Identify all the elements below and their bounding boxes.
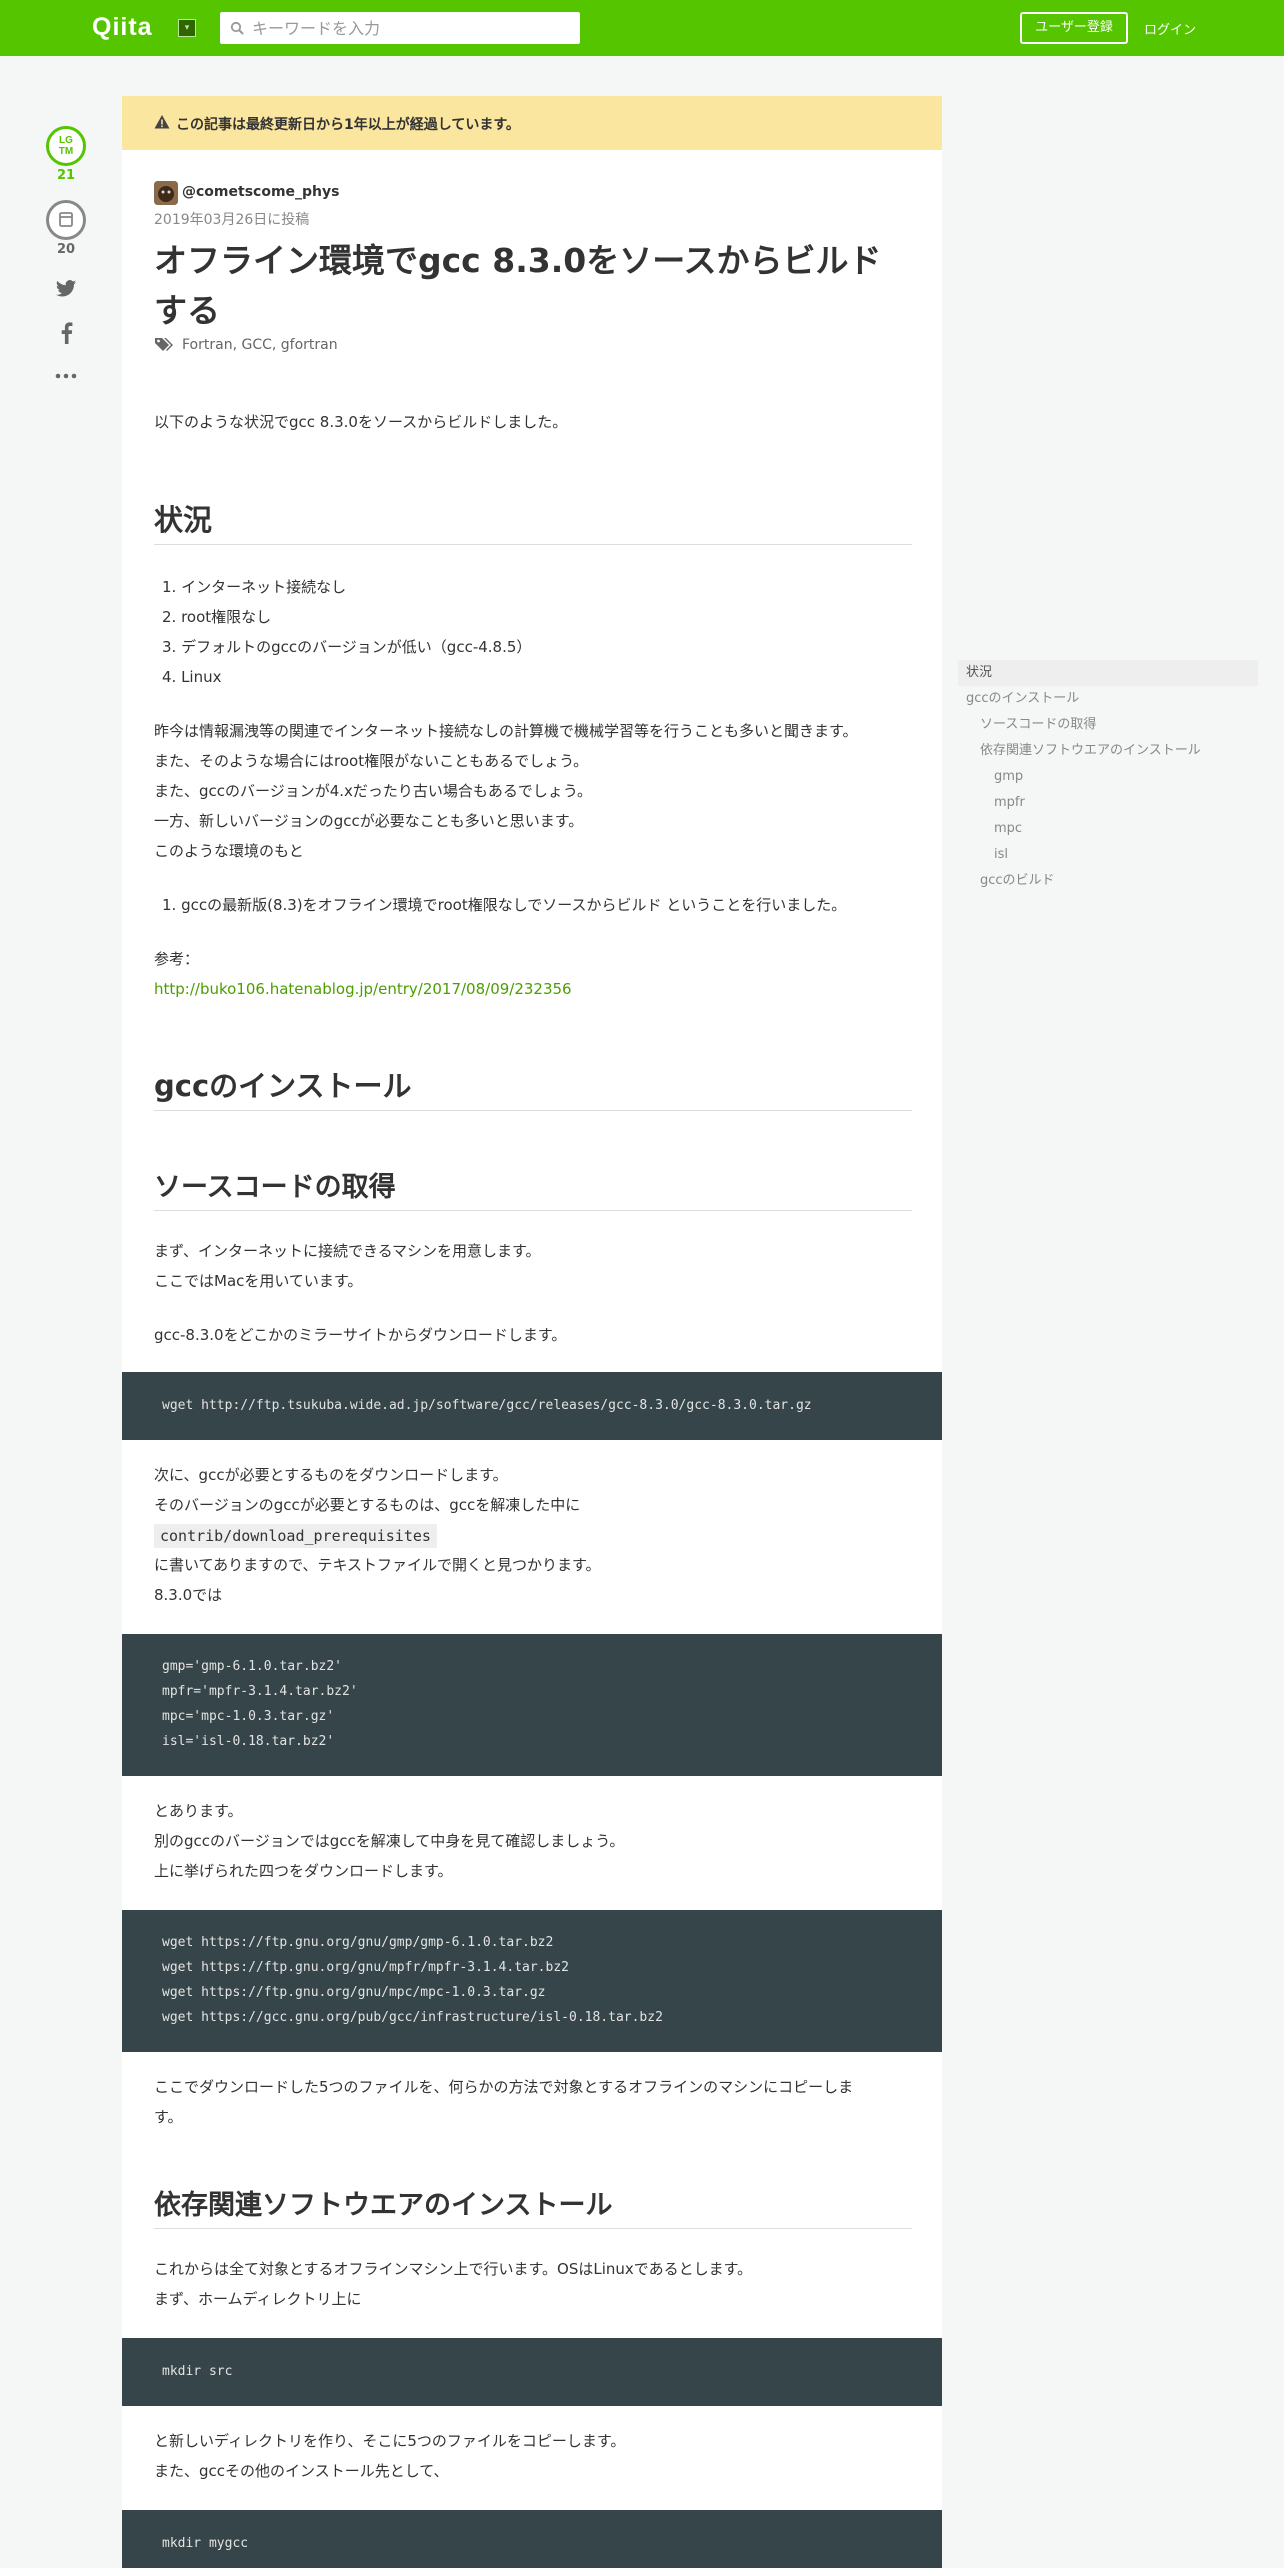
article-tags[interactable]: Fortran, GCC, gfortran <box>182 337 338 353</box>
stock-icon <box>59 212 73 227</box>
paragraph: そのバージョンのgccが必要とするものは、gccを解凍した中に <box>154 1496 581 1514</box>
post-date: 2019年03月26日に投稿 <box>154 212 310 228</box>
toc-item-mpfr[interactable]: mpfr <box>958 790 1258 816</box>
inline-code: contrib/download_prerequisites <box>154 1524 437 1548</box>
heading-gcc-install: gccのインストール <box>154 1066 912 1111</box>
code-line: mkdir mygcc <box>162 2536 249 2551</box>
twitter-icon[interactable] <box>55 278 77 300</box>
toc-item-mpc[interactable]: mpc <box>958 816 1258 842</box>
toc-item-situation[interactable]: 状況 <box>958 660 1258 686</box>
warning-icon <box>154 115 170 129</box>
paragraph: 一方、新しいバージョンのgccが必要なことも多いと思います。 <box>154 812 584 830</box>
paragraph: 別のgccのバージョンではgccを解凍して中身を見て確認しましょう。 <box>154 1832 625 1850</box>
code-line: wget https://ftp.gnu.org/gnu/mpc/mpc-1.0… <box>162 1985 546 2000</box>
stock-count: 20 <box>56 242 76 257</box>
paragraph: また、gccその他のインストール先として、 <box>154 2462 449 2480</box>
paragraph: ここでダウンロードした5つのファイルを、何らかの方法で対象とするオフラインのマシ… <box>154 2078 854 2096</box>
more-icon[interactable] <box>54 372 78 380</box>
heading-deps: 依存関連ソフトウエアのインストール <box>154 2186 912 2229</box>
toc-item-source[interactable]: ソースコードの取得 <box>958 712 1258 738</box>
avatar-image <box>154 181 178 205</box>
heading-source: ソースコードの取得 <box>154 1168 912 1211</box>
code-line: gmp='gmp-6.1.0.tar.bz2' <box>162 1659 343 1674</box>
lgtm-count: 21 <box>56 168 76 183</box>
article: この記事は最終更新日から1年以上が経過しています。 @cometscome_ph… <box>122 96 942 2568</box>
code-line: wget https://ftp.gnu.org/gnu/mpfr/mpfr-3… <box>162 1960 569 1975</box>
qiita-logo[interactable]: Qiita <box>92 13 153 42</box>
login-link[interactable]: ログイン <box>1144 19 1196 38</box>
paragraph: す。 <box>154 2108 183 2126</box>
list-item: 4. Linux <box>162 668 222 686</box>
toc-item-gcc-build[interactable]: gccのビルド <box>958 868 1258 894</box>
paragraph: 8.3.0では <box>154 1586 223 1604</box>
search-input[interactable] <box>252 12 572 44</box>
list-item: 2. root権限なし <box>162 608 272 626</box>
code-block-wget-deps: wget https://ftp.gnu.org/gnu/gmp/gmp-6.1… <box>122 1910 942 2052</box>
paragraph: まず、インターネットに接続できるマシンを用意します。 <box>154 1242 541 1260</box>
code-block-wget-gcc: wget http://ftp.tsukuba.wide.ad.jp/softw… <box>122 1372 942 1440</box>
chevron-down-icon[interactable]: ▾ <box>178 19 196 37</box>
reference-link[interactable]: http://buko106.hatenablog.jp/entry/2017/… <box>154 974 572 1004</box>
facebook-icon[interactable] <box>58 322 74 344</box>
lgtm-button[interactable]: LG TM <box>46 126 86 166</box>
paragraph: とあります。 <box>154 1802 243 1820</box>
code-line: mpfr='mpfr-3.1.4.tar.bz2' <box>162 1684 358 1699</box>
outdated-notice: この記事は最終更新日から1年以上が経過しています。 <box>122 96 942 150</box>
article-title: オフライン環境でgcc 8.3.0をソースからビルドする <box>154 241 882 330</box>
intro-paragraph: 以下のような状況でgcc 8.3.0をソースからビルドしました。 <box>154 413 568 431</box>
signup-button[interactable]: ユーザー登録 <box>1020 12 1128 44</box>
paragraph: 次に、gccが必要とするものをダウンロードします。 <box>154 1466 508 1484</box>
paragraph: 上に挙げられた四つをダウンロードします。 <box>154 1862 453 1880</box>
paragraph: gcc-8.3.0をどこかのミラーサイトからダウンロードします。 <box>154 1326 567 1344</box>
lgtm-label-line2: TM <box>58 146 74 157</box>
code-block-mkdir-mygcc: mkdir mygcc <box>122 2510 942 2568</box>
table-of-contents: 状況 gccのインストール ソースコードの取得 依存関連ソフトウエアのインストー… <box>958 660 1258 894</box>
code-block-prereqs: gmp='gmp-6.1.0.tar.bz2' mpfr='mpfr-3.1.4… <box>122 1634 942 1776</box>
paragraph: また、gccのバージョンが4.xだったり古い場合もあるでしょう。 <box>154 782 593 800</box>
toc-item-deps[interactable]: 依存関連ソフトウエアのインストール <box>958 738 1258 764</box>
paragraph: このような環境のもと <box>154 842 304 860</box>
global-header: Qiita ▾ ユーザー登録 ログイン <box>0 0 1284 56</box>
paragraph: また、そのような場合にはroot権限がないこともあるでしょう。 <box>154 752 589 770</box>
heading-situation: 状況 <box>154 500 912 545</box>
paragraph: に書いてありますので、テキストファイルで開くと見つかります。 <box>154 1556 601 1574</box>
code-line: mpc='mpc-1.0.3.tar.gz' <box>162 1709 335 1724</box>
lgtm-label-line1: LG <box>59 135 73 146</box>
list-item: 3. デフォルトのgccのバージョンが低い（gcc-4.8.5） <box>162 638 532 656</box>
notice-text: この記事は最終更新日から1年以上が経過しています。 <box>176 117 520 133</box>
code-line: isl='isl-0.18.tar.bz2' <box>162 1734 335 1749</box>
reference-label: 参考： <box>154 950 200 968</box>
toc-item-gcc-install[interactable]: gccのインストール <box>958 686 1258 712</box>
code-line: wget https://ftp.gnu.org/gnu/gmp/gmp-6.1… <box>162 1935 554 1950</box>
tags-icon <box>155 338 173 351</box>
paragraph: これからは全て対象とするオフラインマシン上で行います。OSはLinuxであるとし… <box>154 2260 753 2278</box>
author-name[interactable]: @cometscome_phys <box>182 184 339 200</box>
code-line: mkdir src <box>162 2364 233 2379</box>
paragraph: 昨今は情報漏洩等の関連でインターネット接続なしの計算機で機械学習等を行うことも多… <box>154 722 858 740</box>
search-box <box>220 12 580 44</box>
stock-button[interactable] <box>46 200 86 240</box>
author-avatar[interactable] <box>154 181 178 205</box>
paragraph: まず、ホームディレクトリ上に <box>154 2290 362 2308</box>
search-icon <box>230 21 244 35</box>
code-line: wget https://gcc.gnu.org/pub/gcc/infrast… <box>162 2010 663 2025</box>
code-line: wget http://ftp.tsukuba.wide.ad.jp/softw… <box>162 1398 812 1413</box>
toc-item-isl[interactable]: isl <box>958 842 1258 868</box>
paragraph: と新しいディレクトリを作り、そこに5つのファイルをコピーします。 <box>154 2432 626 2450</box>
list-item: 1. gccの最新版(8.3)をオフライン環境でroot権限なしでソースからビル… <box>162 896 847 914</box>
list-item: 1. インターネット接続なし <box>162 578 347 596</box>
paragraph: ここではMacを用いています。 <box>154 1272 363 1290</box>
toc-item-gmp[interactable]: gmp <box>958 764 1258 790</box>
code-block-mkdir-src: mkdir src <box>122 2338 942 2406</box>
